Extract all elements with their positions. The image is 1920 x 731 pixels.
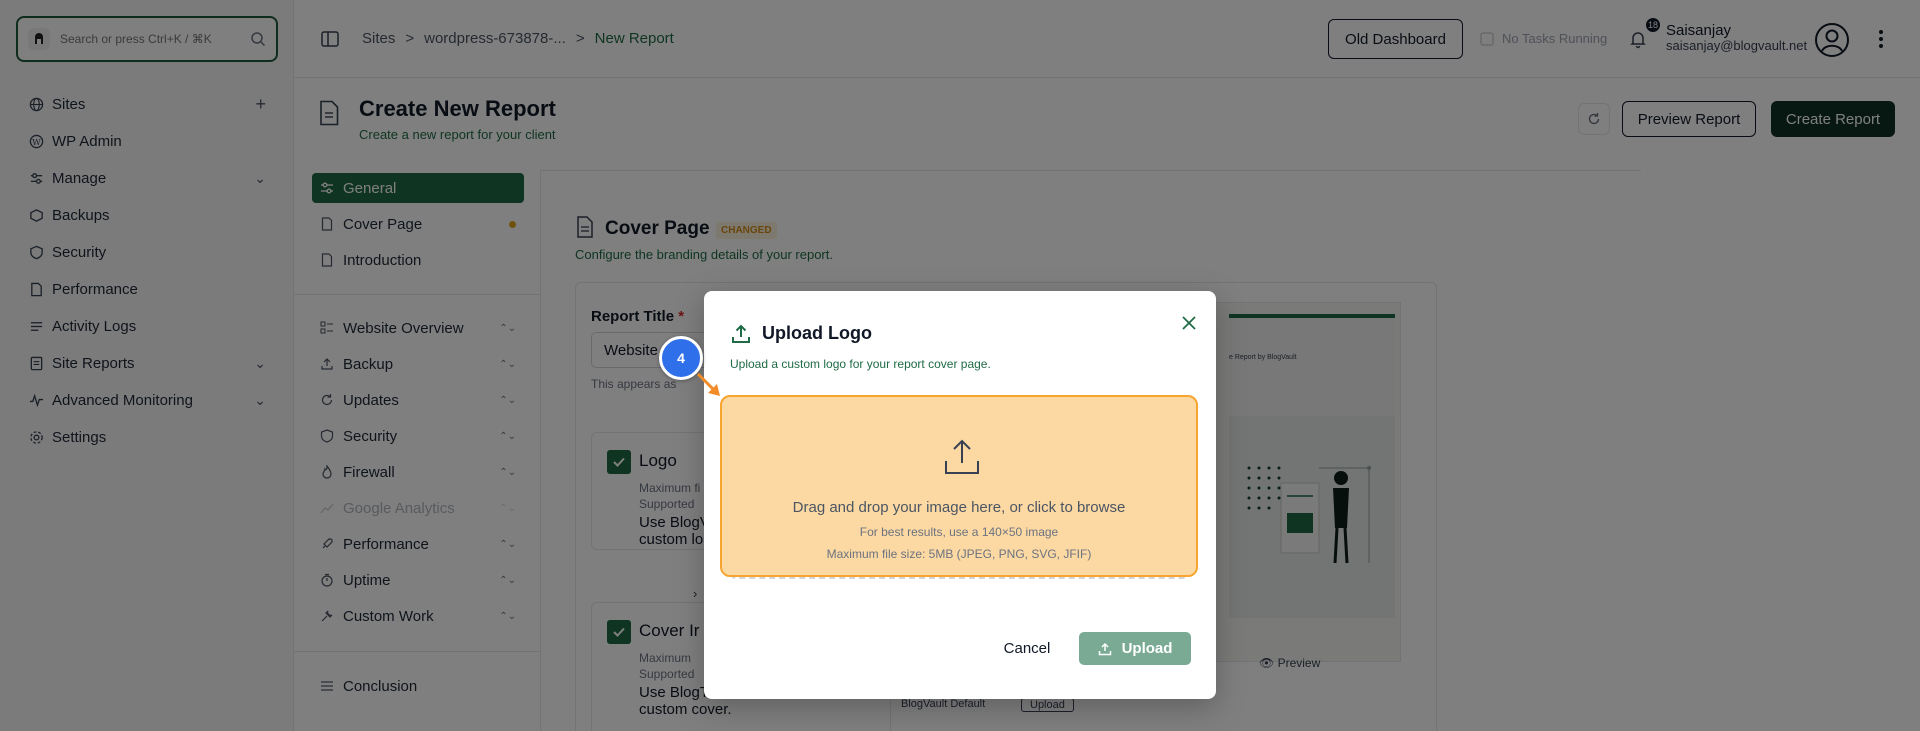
close-icon[interactable] bbox=[1175, 309, 1203, 337]
upload-icon bbox=[1098, 642, 1111, 655]
logo-dropzone[interactable]: Drag and drop your image here, or click … bbox=[720, 395, 1198, 577]
upload-icon bbox=[942, 437, 982, 477]
cancel-button[interactable]: Cancel bbox=[994, 632, 1060, 664]
upload-button-label: Upload bbox=[1121, 640, 1173, 657]
upload-logo-dialog: Upload Logo Upload a custom logo for you… bbox=[704, 291, 1216, 699]
step-arrow-icon bbox=[696, 372, 720, 396]
upload-button[interactable]: Upload bbox=[1079, 632, 1191, 665]
dropzone-size-hint: For best results, use a 140×50 image bbox=[859, 525, 1059, 539]
dialog-description: Upload a custom logo for your report cov… bbox=[730, 357, 991, 371]
upload-icon bbox=[730, 323, 752, 345]
dropzone-file-limits: Maximum file size: 5MB (JPEG, PNG, SVG, … bbox=[826, 547, 1092, 561]
dialog-title: Upload Logo bbox=[762, 323, 872, 343]
dropzone-instructions: Drag and drop your image here, or click … bbox=[792, 499, 1126, 516]
